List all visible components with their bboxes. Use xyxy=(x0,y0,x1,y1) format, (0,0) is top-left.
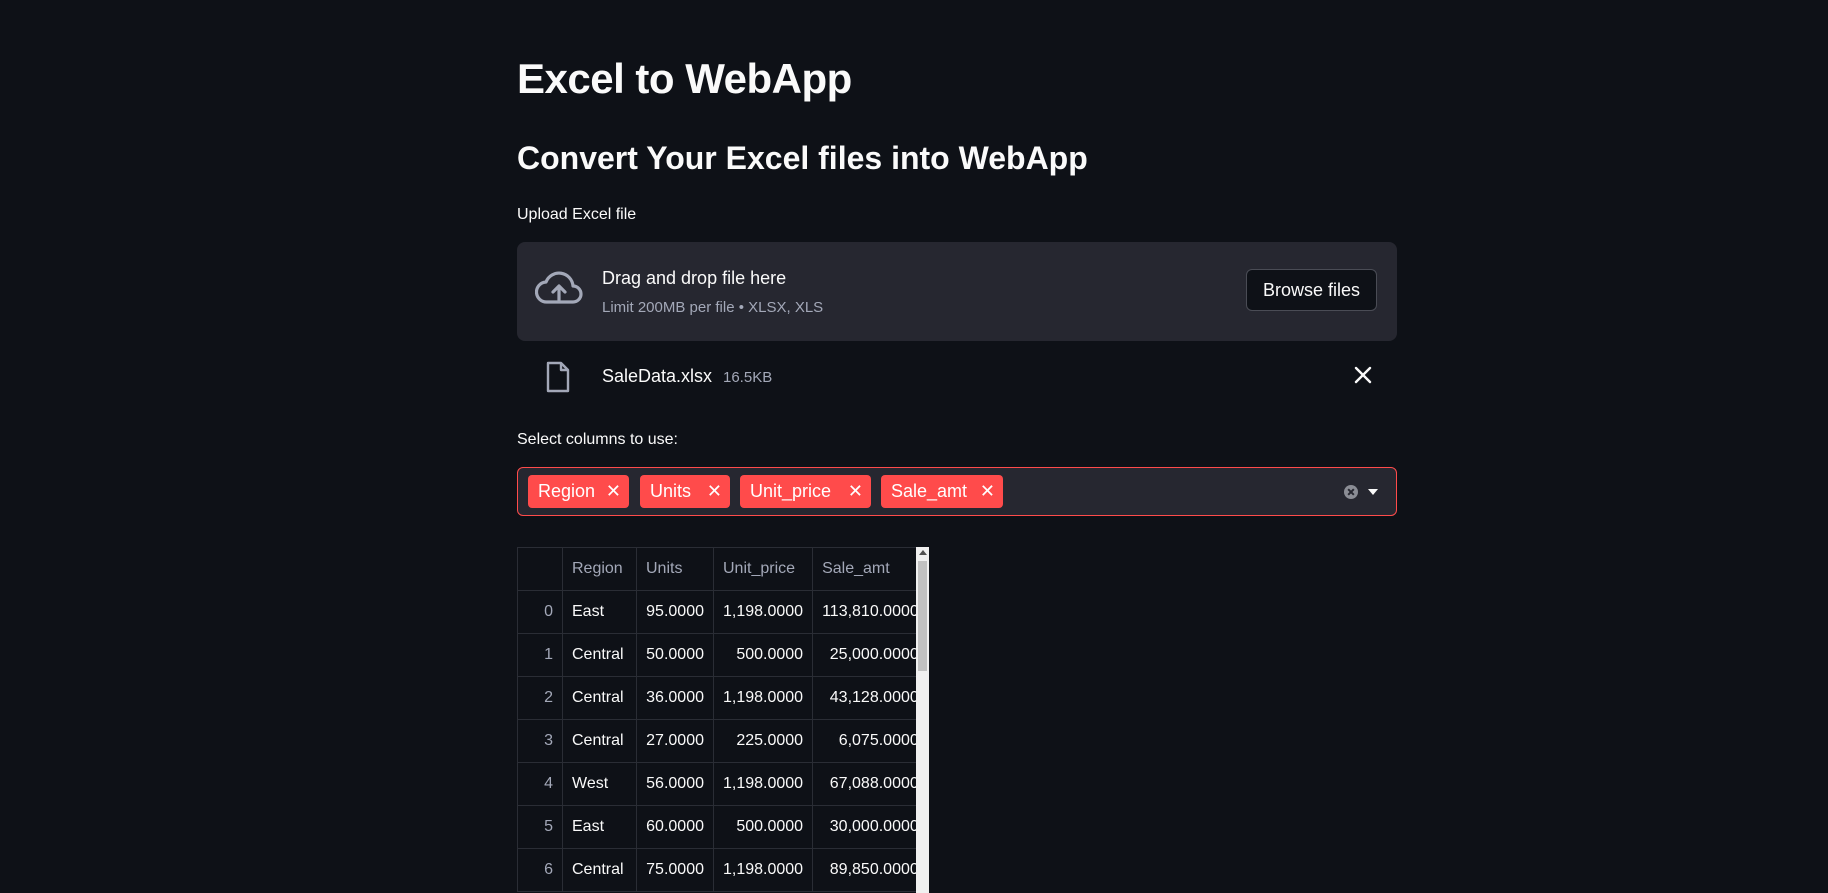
table-cell[interactable]: 43,128.0000 xyxy=(812,676,929,720)
table-cell[interactable]: 56.0000 xyxy=(636,762,714,806)
columns-multiselect[interactable]: Region ✕ Units ✕ Unit_price ✕ Sale_amt ✕ xyxy=(517,467,1397,516)
upload-label: Upload Excel file xyxy=(517,206,637,223)
remove-tag-close-icon[interactable]: ✕ xyxy=(848,475,863,508)
table-cell[interactable]: 1,198.0000 xyxy=(712,762,814,806)
table-cell[interactable]: 60.0000 xyxy=(636,805,714,849)
column-header[interactable]: Unit_price xyxy=(712,547,814,591)
table-header-row: Region Units Unit_price Sale_amt xyxy=(517,547,929,591)
row-index-cell[interactable]: 0 xyxy=(517,590,563,634)
row-index-cell[interactable]: 2 xyxy=(517,676,563,720)
table-row: 2 Central 36.0000 1,198.0000 43,128.0000 xyxy=(517,676,929,720)
table-cell[interactable]: 225.0000 xyxy=(712,719,814,763)
table-cell[interactable]: 30,000.0000 xyxy=(812,805,929,849)
browse-files-button[interactable]: Browse files xyxy=(1246,269,1377,311)
page-title: Excel to WebApp xyxy=(517,55,852,102)
selected-tag-sale-amt: Sale_amt ✕ xyxy=(881,475,1003,508)
table-cell[interactable]: 1,198.0000 xyxy=(712,848,814,892)
clear-all-icon[interactable] xyxy=(1344,485,1358,499)
dropzone-limit-hint: Limit 200MB per file • XLSX, XLS xyxy=(602,299,824,316)
table-cell[interactable]: 1,198.0000 xyxy=(712,590,814,634)
uploaded-file-name: SaleData.xlsx xyxy=(602,366,713,386)
row-index-cell[interactable]: 5 xyxy=(517,805,563,849)
scroll-up-arrow-icon[interactable] xyxy=(919,550,927,555)
selected-tag-region: Region ✕ xyxy=(528,475,629,508)
table-row: 1 Central 50.0000 500.0000 25,000.0000 xyxy=(517,633,929,677)
columns-select-label: Select columns to use: xyxy=(517,431,678,448)
table-cell[interactable]: 36.0000 xyxy=(636,676,714,720)
table-cell[interactable]: 1,198.0000 xyxy=(712,676,814,720)
column-header[interactable]: Units xyxy=(636,547,714,591)
table-cell[interactable]: Central xyxy=(562,719,637,763)
row-index-cell[interactable]: 1 xyxy=(517,633,563,677)
table-cell[interactable]: Central xyxy=(562,676,637,720)
data-table: Region Units Unit_price Sale_amt 0 East 95… xyxy=(517,547,929,892)
tag-label: Units xyxy=(650,481,692,501)
table-cell[interactable]: 27.0000 xyxy=(636,719,714,763)
table-row: 3 Central 27.0000 225.0000 6,075.0000 xyxy=(517,719,929,763)
table-cell[interactable]: 113,810.0000 xyxy=(812,590,929,634)
page-subtitle: Convert Your Excel files into WebApp xyxy=(517,140,1088,176)
table-cell[interactable]: 6,075.0000 xyxy=(812,719,929,763)
table-cell[interactable]: East xyxy=(562,805,637,849)
row-index-cell[interactable]: 3 xyxy=(517,719,563,763)
table-cell[interactable]: East xyxy=(562,590,637,634)
table-cell[interactable]: 25,000.0000 xyxy=(812,633,929,677)
table-cell[interactable]: Central xyxy=(562,848,637,892)
uploaded-file-item: SaleData.xlsx 16.5KB xyxy=(517,355,1397,405)
tag-label: Unit_price xyxy=(750,481,832,501)
uploaded-file-size: 16.5KB xyxy=(723,369,773,386)
table-cell[interactable]: 67,088.0000 xyxy=(812,762,929,806)
cloud-upload-icon xyxy=(535,271,583,304)
file-icon xyxy=(546,361,570,393)
column-header[interactable]: Sale_amt xyxy=(812,547,929,591)
scrollbar-thumb[interactable] xyxy=(918,561,927,671)
table-cell[interactable]: 500.0000 xyxy=(712,633,814,677)
table-cell[interactable]: 75.0000 xyxy=(636,848,714,892)
table-cell[interactable]: 500.0000 xyxy=(712,805,814,849)
table-cell[interactable]: 95.0000 xyxy=(636,590,714,634)
tag-label: Sale_amt xyxy=(891,481,968,501)
chevron-down-icon[interactable] xyxy=(1368,489,1378,495)
row-index-cell[interactable]: 6 xyxy=(517,848,563,892)
selected-tag-unit-price: Unit_price ✕ xyxy=(740,475,871,508)
remove-tag-close-icon[interactable]: ✕ xyxy=(980,475,995,508)
table-row: 5 East 60.0000 500.0000 30,000.0000 xyxy=(517,805,929,849)
table-row: 0 East 95.0000 1,198.0000 113,810.0000 xyxy=(517,590,929,634)
dataframe-viewer[interactable]: Region Units Unit_price Sale_amt 0 East 95… xyxy=(517,547,929,893)
remove-tag-close-icon[interactable]: ✕ xyxy=(606,475,621,508)
table-cell[interactable]: 89,850.0000 xyxy=(812,848,929,892)
remove-tag-close-icon[interactable]: ✕ xyxy=(707,475,722,508)
table-cell[interactable]: West xyxy=(562,762,637,806)
tag-label: Region xyxy=(538,481,596,501)
column-header-index xyxy=(517,547,563,591)
file-dropzone[interactable]: Drag and drop file here Limit 200MB per … xyxy=(517,242,1397,341)
table-scrollbar[interactable] xyxy=(916,547,929,893)
selected-tag-units: Units ✕ xyxy=(640,475,730,508)
dropzone-instruction: Drag and drop file here xyxy=(602,268,787,288)
remove-file-close-icon[interactable] xyxy=(1351,363,1375,387)
table-cell[interactable]: Central xyxy=(562,633,637,677)
table-row: 4 West 56.0000 1,198.0000 67,088.0000 xyxy=(517,762,929,806)
table-cell[interactable]: 50.0000 xyxy=(636,633,714,677)
column-header[interactable]: Region xyxy=(562,547,637,591)
table-row: 6 Central 75.0000 1,198.0000 89,850.0000 xyxy=(517,848,929,892)
row-index-cell[interactable]: 4 xyxy=(517,762,563,806)
